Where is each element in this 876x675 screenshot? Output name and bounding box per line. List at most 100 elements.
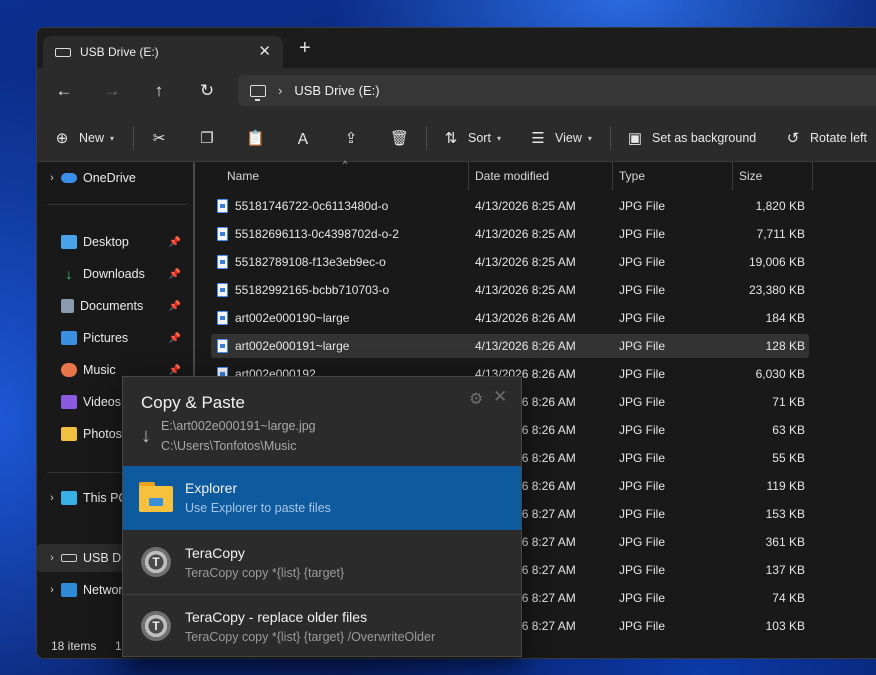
toolbar-divider xyxy=(426,126,427,150)
destination-path: C:\Users\Tonfotos\Music xyxy=(161,439,297,453)
address-bar[interactable]: › USB Drive (E:) xyxy=(238,75,876,106)
file-type: JPG File xyxy=(619,591,666,605)
file-row[interactable]: 55182789108-f13e3eb9ec-o 4/13/2026 8:25 … xyxy=(211,250,809,274)
new-tab-button[interactable]: + xyxy=(299,38,311,58)
column-header-name[interactable]: Name xyxy=(227,162,259,190)
dialog-title: Copy & Paste xyxy=(141,393,245,412)
column-header-type[interactable]: Type xyxy=(619,162,645,190)
back-button[interactable]: ← xyxy=(53,80,75,102)
cut-button[interactable]: ✂ xyxy=(150,114,168,162)
column-divider[interactable] xyxy=(812,162,813,190)
set-as-background-button[interactable]: ▣ Set as background xyxy=(626,114,756,162)
item-count: 18 items xyxy=(51,639,97,653)
file-row[interactable]: 55181746722-0c6113480d-o 4/13/2026 8:25 … xyxy=(211,194,809,218)
wallpaper-icon: ▣ xyxy=(627,130,643,147)
file-size: 1,820 KB xyxy=(755,199,805,213)
expand-chevron-icon[interactable]: › xyxy=(43,552,61,564)
expand-chevron-icon[interactable]: › xyxy=(43,492,61,504)
file-size: 23,380 KB xyxy=(748,283,805,297)
teracopy-icon: T xyxy=(141,547,171,577)
sidebar-item-onedrive[interactable]: › OneDrive xyxy=(37,164,187,192)
toolbar-divider xyxy=(133,126,134,150)
file-date: 4/13/2026 8:26 AM xyxy=(475,311,576,325)
forward-button[interactable]: → xyxy=(101,80,123,102)
sidebar-item-documents[interactable]: Documents 📌 xyxy=(37,292,187,320)
jpg-file-icon xyxy=(217,283,228,297)
refresh-button[interactable]: ↻ xyxy=(196,80,218,102)
paste-button[interactable]: 📋 xyxy=(246,114,265,162)
file-type: JPG File xyxy=(619,227,666,241)
expand-chevron-icon[interactable]: › xyxy=(43,172,61,184)
file-row[interactable]: 55182992165-bcbb710703-o 4/13/2026 8:25 … xyxy=(211,278,809,302)
file-row[interactable]: 55182696113-0c4398702d-o-2 4/13/2026 8:2… xyxy=(211,222,809,246)
file-row-selected[interactable]: art002e000191~large 4/13/2026 8:26 AM JP… xyxy=(211,334,809,358)
teracopy-icon: T xyxy=(141,611,171,641)
up-button[interactable]: ↑ xyxy=(148,80,170,102)
file-type: JPG File xyxy=(619,423,666,437)
close-icon[interactable]: ✕ xyxy=(493,387,507,407)
breadcrumb-usb-drive[interactable]: USB Drive (E:) xyxy=(294,83,379,98)
option-name: TeraCopy xyxy=(185,545,245,561)
option-teracopy[interactable]: T TeraCopy TeraCopy copy *{list} {target… xyxy=(123,531,521,595)
sort-button[interactable]: ⇅ Sort ▾ xyxy=(442,114,501,162)
usb-drive-icon xyxy=(61,554,77,562)
file-type: JPG File xyxy=(619,367,666,381)
tab-title: USB Drive (E:) xyxy=(80,45,159,59)
scissors-icon: ✂ xyxy=(152,130,166,147)
document-icon xyxy=(61,299,74,313)
column-header-size[interactable]: Size xyxy=(739,162,762,190)
file-type: JPG File xyxy=(619,451,666,465)
sidebar-item-downloads[interactable]: ↓ Downloads 📌 xyxy=(37,260,187,288)
this-pc-icon[interactable] xyxy=(250,84,266,101)
file-name: 55182992165-bcbb710703-o xyxy=(235,283,390,297)
tab-close-icon[interactable]: ✕ xyxy=(258,42,271,60)
set-background-label: Set as background xyxy=(652,131,757,145)
file-name: 55182789108-f13e3eb9ec-o xyxy=(235,255,386,269)
file-size: 137 KB xyxy=(765,563,805,577)
file-size: 119 KB xyxy=(766,479,805,493)
file-size: 128 KB xyxy=(765,339,805,353)
file-name: art002e000190~large xyxy=(235,311,350,325)
chevron-down-icon: ▾ xyxy=(587,133,592,143)
delete-button[interactable]: 🗑 xyxy=(390,114,410,162)
title-bar: USB Drive (E:) ✕ + xyxy=(37,28,876,68)
jpg-file-icon xyxy=(217,311,228,325)
column-divider[interactable] xyxy=(468,162,469,190)
gear-icon[interactable]: ⚙ xyxy=(469,389,483,409)
column-header-date[interactable]: Date modified xyxy=(475,162,549,190)
this-pc-icon xyxy=(61,491,77,505)
copy-icon: ❐ xyxy=(200,130,214,147)
file-size: 184 KB xyxy=(765,311,805,325)
copy-button[interactable]: ❐ xyxy=(198,114,216,162)
sidebar-item-label: OneDrive xyxy=(83,171,136,185)
option-description: TeraCopy copy *{list} {target} xyxy=(185,566,345,580)
tab-usb-drive[interactable]: USB Drive (E:) ✕ xyxy=(43,36,283,68)
sort-ascending-icon: ^ xyxy=(343,159,348,169)
column-divider[interactable] xyxy=(612,162,613,190)
sidebar-item-desktop[interactable]: Desktop 📌 xyxy=(37,228,187,256)
pin-icon: 📌 xyxy=(168,332,181,344)
rename-button[interactable]: Ａ xyxy=(294,114,312,162)
option-description: Use Explorer to paste files xyxy=(185,501,331,515)
view-button[interactable]: ☰ View ▾ xyxy=(529,114,592,162)
column-divider[interactable] xyxy=(732,162,733,190)
trash-icon: 🗑 xyxy=(390,130,410,147)
cloud-icon xyxy=(61,173,77,183)
sidebar-item-label: Downloads xyxy=(83,267,145,281)
sidebar-item-label: Documents xyxy=(80,299,144,313)
file-row[interactable]: art002e000190~large 4/13/2026 8:26 AM JP… xyxy=(211,306,809,330)
option-explorer[interactable]: Explorer Use Explorer to paste files xyxy=(123,466,521,530)
rotate-left-button[interactable]: ↺ Rotate left xyxy=(784,114,867,162)
new-button[interactable]: ⊕ New ▾ xyxy=(53,114,114,162)
breadcrumb-chevron-icon[interactable]: › xyxy=(278,83,282,98)
option-teracopy-replace-older[interactable]: T TeraCopy - replace older files TeraCop… xyxy=(123,595,521,659)
share-button[interactable]: ⇪ xyxy=(342,114,360,162)
file-type: JPG File xyxy=(619,395,666,409)
sidebar-item-label: Desktop xyxy=(83,235,129,249)
file-type: JPG File xyxy=(619,479,666,493)
sidebar-item-pictures[interactable]: Pictures 📌 xyxy=(37,324,187,352)
rename-icon: Ａ xyxy=(295,130,311,148)
chevron-down-icon: ▾ xyxy=(496,133,501,143)
file-type: JPG File xyxy=(619,311,666,325)
expand-chevron-icon[interactable]: › xyxy=(43,584,61,596)
